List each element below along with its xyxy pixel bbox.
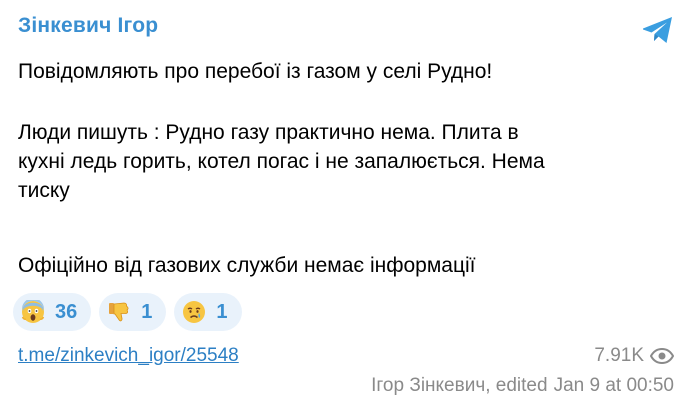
screaming-face-emoji — [21, 300, 45, 323]
telegram-post: Зінкевич Ігор Повідомляють про перебої і… — [0, 0, 692, 412]
reaction-crying-face[interactable]: 1 — [174, 293, 242, 331]
message-line-1: Повідомляють про перебої із газом у селі… — [18, 60, 493, 83]
message-paragraph-3: Офіційно від газових служби немає інформ… — [18, 254, 476, 277]
reaction-count: 36 — [55, 300, 78, 323]
channel-title[interactable]: Зінкевич Ігор — [18, 14, 158, 38]
crying-face-emoji — [183, 301, 206, 323]
reaction-thumbs-down[interactable]: 1 — [99, 293, 167, 331]
view-count: 7.91K — [594, 345, 644, 366]
eye-icon — [650, 348, 674, 364]
post-date[interactable]: Jan 9 at 00:50 — [554, 375, 674, 397]
reaction-count: 1 — [141, 300, 153, 323]
post-meta: Ігор Зінкевич, edited Jan 9 at 00:50 — [371, 375, 674, 397]
thumbs-down-emoji — [109, 302, 129, 322]
view-counter: 7.91K — [594, 345, 674, 367]
message-paragraph-2: Люди пишуть : Рудно газу практично нема.… — [18, 121, 545, 202]
post-link[interactable]: t.me/zinkevich_igor/25548 — [18, 345, 239, 367]
reactions-bar: 36 1 1 — [13, 293, 242, 331]
telegram-icon[interactable] — [640, 12, 676, 48]
reaction-screaming-face[interactable]: 36 — [13, 293, 92, 331]
author-edited: Ігор Зінкевич, edited — [371, 375, 548, 396]
reaction-count: 1 — [216, 300, 228, 323]
